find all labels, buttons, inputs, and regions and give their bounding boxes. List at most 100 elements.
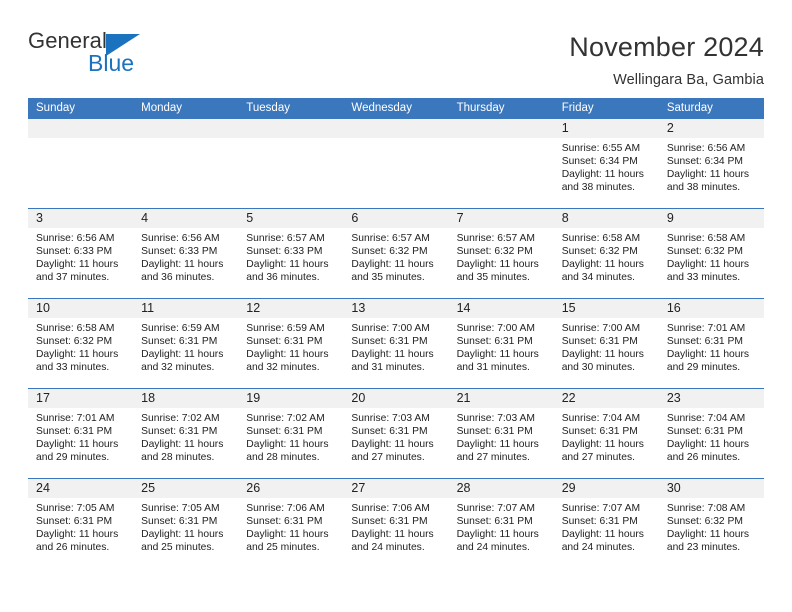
day-cell[interactable]: 7 Sunrise: 6:57 AM Sunset: 6:32 PM Dayli… (448, 209, 554, 298)
sunrise-text: Sunrise: 7:06 AM (351, 503, 430, 514)
day-cell[interactable]: 16 Sunrise: 7:01 AM Sunset: 6:31 PM Dayl… (658, 299, 764, 388)
day-cell[interactable]: 23 Sunrise: 7:04 AM Sunset: 6:31 PM Dayl… (658, 389, 764, 478)
sunrise-text: Sunrise: 7:04 AM (666, 413, 746, 424)
sunrise-text: Sunrise: 7:05 AM (141, 503, 220, 514)
day-cell[interactable]: 2 Sunrise: 6:56 AM Sunset: 6:34 PM Dayli… (658, 119, 764, 208)
day-cell[interactable] (133, 119, 239, 208)
sunrise-text: Sunrise: 6:57 AM (351, 233, 430, 244)
day-number: 29 (553, 479, 659, 498)
sunrise-text: Sunrise: 7:00 AM (351, 323, 430, 334)
daylight-text-line2: and 29 minutes. (666, 362, 741, 374)
weekday-header-thursday: Thursday (456, 102, 505, 114)
sunset-text: Sunset: 6:31 PM (351, 336, 428, 348)
daylight-text-line1: Daylight: 11 hours (561, 259, 644, 271)
day-cell[interactable]: 20 Sunrise: 7:03 AM Sunset: 6:31 PM Dayl… (343, 389, 449, 478)
sunset-text: Sunset: 6:31 PM (561, 426, 638, 438)
day-number: 1 (553, 119, 659, 138)
day-cell[interactable]: 29 Sunrise: 7:07 AM Sunset: 6:31 PM Dayl… (553, 479, 659, 568)
day-cell[interactable]: 25 Sunrise: 7:05 AM Sunset: 6:31 PM Dayl… (133, 479, 239, 568)
sunrise-text: Sunrise: 7:06 AM (246, 503, 325, 514)
day-cell[interactable]: 5 Sunrise: 6:57 AM Sunset: 6:33 PM Dayli… (238, 209, 344, 298)
day-cell[interactable]: 30 Sunrise: 7:08 AM Sunset: 6:32 PM Dayl… (658, 479, 764, 568)
day-cell[interactable]: 28 Sunrise: 7:07 AM Sunset: 6:31 PM Dayl… (448, 479, 554, 568)
daylight-text-line1: Daylight: 11 hours (141, 349, 224, 361)
day-cell[interactable]: 9 Sunrise: 6:58 AM Sunset: 6:32 PM Dayli… (658, 209, 764, 298)
day-cell[interactable] (238, 119, 344, 208)
day-info: Sunrise: 6:58 AM Sunset: 6:32 PM Dayligh… (554, 228, 659, 284)
day-cell[interactable]: 22 Sunrise: 7:04 AM Sunset: 6:31 PM Dayl… (553, 389, 659, 478)
day-cell[interactable]: 10 Sunrise: 6:58 AM Sunset: 6:32 PM Dayl… (28, 299, 134, 388)
day-cell[interactable]: 21 Sunrise: 7:03 AM Sunset: 6:31 PM Dayl… (448, 389, 554, 478)
day-cell[interactable]: 13 Sunrise: 7:00 AM Sunset: 6:31 PM Dayl… (343, 299, 449, 388)
day-cell[interactable]: 14 Sunrise: 7:00 AM Sunset: 6:31 PM Dayl… (448, 299, 554, 388)
daylight-text-line2: and 24 minutes. (561, 542, 635, 554)
day-number: 2 (658, 119, 764, 138)
day-cell[interactable]: 27 Sunrise: 7:06 AM Sunset: 6:31 PM Dayl… (343, 479, 449, 568)
daylight-text-line1: Daylight: 11 hours (561, 349, 644, 361)
day-info: Sunrise: 7:02 AM Sunset: 6:31 PM Dayligh… (238, 408, 343, 464)
day-info: Sunrise: 7:07 AM Sunset: 6:31 PM Dayligh… (554, 498, 659, 554)
daylight-text-line1: Daylight: 11 hours (561, 439, 644, 451)
day-info: Sunrise: 7:01 AM Sunset: 6:31 PM Dayligh… (659, 318, 764, 374)
daylight-text-line1: Daylight: 11 hours (456, 259, 539, 271)
daylight-text-line1: Daylight: 11 hours (666, 169, 750, 181)
daylight-text-line1: Daylight: 11 hours (36, 439, 119, 451)
sunset-text: Sunset: 6:31 PM (561, 336, 638, 348)
sunset-text: Sunset: 6:31 PM (246, 516, 323, 528)
daylight-text-line1: Daylight: 11 hours (36, 529, 119, 541)
day-info: Sunrise: 6:58 AM Sunset: 6:32 PM Dayligh… (659, 228, 764, 284)
daylight-text-line1: Daylight: 11 hours (666, 529, 750, 541)
daylight-text-line2: and 32 minutes. (246, 362, 320, 374)
day-cell[interactable]: 3 Sunrise: 6:56 AM Sunset: 6:33 PM Dayli… (28, 209, 134, 298)
day-cell[interactable]: 19 Sunrise: 7:02 AM Sunset: 6:31 PM Dayl… (238, 389, 344, 478)
day-cell[interactable]: 26 Sunrise: 7:06 AM Sunset: 6:31 PM Dayl… (238, 479, 344, 568)
sunrise-text: Sunrise: 7:07 AM (456, 503, 535, 514)
day-info: Sunrise: 7:05 AM Sunset: 6:31 PM Dayligh… (28, 498, 133, 554)
day-number: 19 (238, 389, 344, 408)
day-cell[interactable] (448, 119, 554, 208)
daylight-text-line1: Daylight: 11 hours (666, 349, 750, 361)
day-number: 3 (28, 209, 134, 228)
sunset-text: Sunset: 6:31 PM (36, 426, 113, 438)
day-cell[interactable]: 17 Sunrise: 7:01 AM Sunset: 6:31 PM Dayl… (28, 389, 134, 478)
sunrise-text: Sunrise: 6:55 AM (561, 143, 641, 154)
daylight-text-line2: and 30 minutes. (561, 362, 635, 374)
weekday-header-wednesday: Wednesday (351, 102, 412, 114)
day-cell[interactable]: 15 Sunrise: 7:00 AM Sunset: 6:31 PM Dayl… (553, 299, 659, 388)
day-cell[interactable]: 1 Sunrise: 6:55 AM Sunset: 6:34 PM Dayli… (553, 119, 659, 208)
day-info: Sunrise: 6:56 AM Sunset: 6:33 PM Dayligh… (133, 228, 238, 284)
sunset-text: Sunset: 6:34 PM (561, 156, 638, 168)
day-number: 27 (343, 479, 449, 498)
daylight-text-line2: and 35 minutes. (351, 272, 425, 284)
day-number (343, 119, 449, 138)
day-info: Sunrise: 6:57 AM Sunset: 6:33 PM Dayligh… (238, 228, 343, 284)
day-info: Sunrise: 7:06 AM Sunset: 6:31 PM Dayligh… (343, 498, 448, 554)
sunrise-text: Sunrise: 6:58 AM (666, 233, 746, 244)
sunset-text: Sunset: 6:32 PM (666, 246, 743, 258)
day-number: 26 (238, 479, 344, 498)
weekday-header-sunday: Sunday (36, 102, 76, 114)
sunrise-text: Sunrise: 6:58 AM (36, 323, 115, 334)
daylight-text-line1: Daylight: 11 hours (246, 349, 329, 361)
day-cell[interactable] (343, 119, 449, 208)
general-blue-logo[interactable]: General Blue (28, 30, 148, 82)
sunset-text: Sunset: 6:31 PM (141, 336, 218, 348)
day-cell[interactable] (28, 119, 134, 208)
daylight-text-line2: and 38 minutes. (666, 182, 741, 194)
day-cell[interactable]: 6 Sunrise: 6:57 AM Sunset: 6:32 PM Dayli… (343, 209, 449, 298)
day-cell[interactable]: 12 Sunrise: 6:59 AM Sunset: 6:31 PM Dayl… (238, 299, 344, 388)
day-cell[interactable]: 11 Sunrise: 6:59 AM Sunset: 6:31 PM Dayl… (133, 299, 239, 388)
day-info: Sunrise: 7:07 AM Sunset: 6:31 PM Dayligh… (449, 498, 554, 554)
day-cell[interactable]: 8 Sunrise: 6:58 AM Sunset: 6:32 PM Dayli… (553, 209, 659, 298)
sunset-text: Sunset: 6:33 PM (36, 246, 113, 258)
daylight-text-line1: Daylight: 11 hours (351, 439, 434, 451)
weekday-header-friday: Friday (561, 102, 594, 114)
daylight-text-line1: Daylight: 11 hours (456, 529, 539, 541)
day-info: Sunrise: 7:08 AM Sunset: 6:32 PM Dayligh… (659, 498, 764, 554)
day-cell[interactable]: 4 Sunrise: 6:56 AM Sunset: 6:33 PM Dayli… (133, 209, 239, 298)
day-info: Sunrise: 7:04 AM Sunset: 6:31 PM Dayligh… (659, 408, 764, 464)
day-cell[interactable]: 24 Sunrise: 7:05 AM Sunset: 6:31 PM Dayl… (28, 479, 134, 568)
day-cell[interactable]: 18 Sunrise: 7:02 AM Sunset: 6:31 PM Dayl… (133, 389, 239, 478)
day-number: 23 (658, 389, 764, 408)
day-number: 30 (658, 479, 764, 498)
